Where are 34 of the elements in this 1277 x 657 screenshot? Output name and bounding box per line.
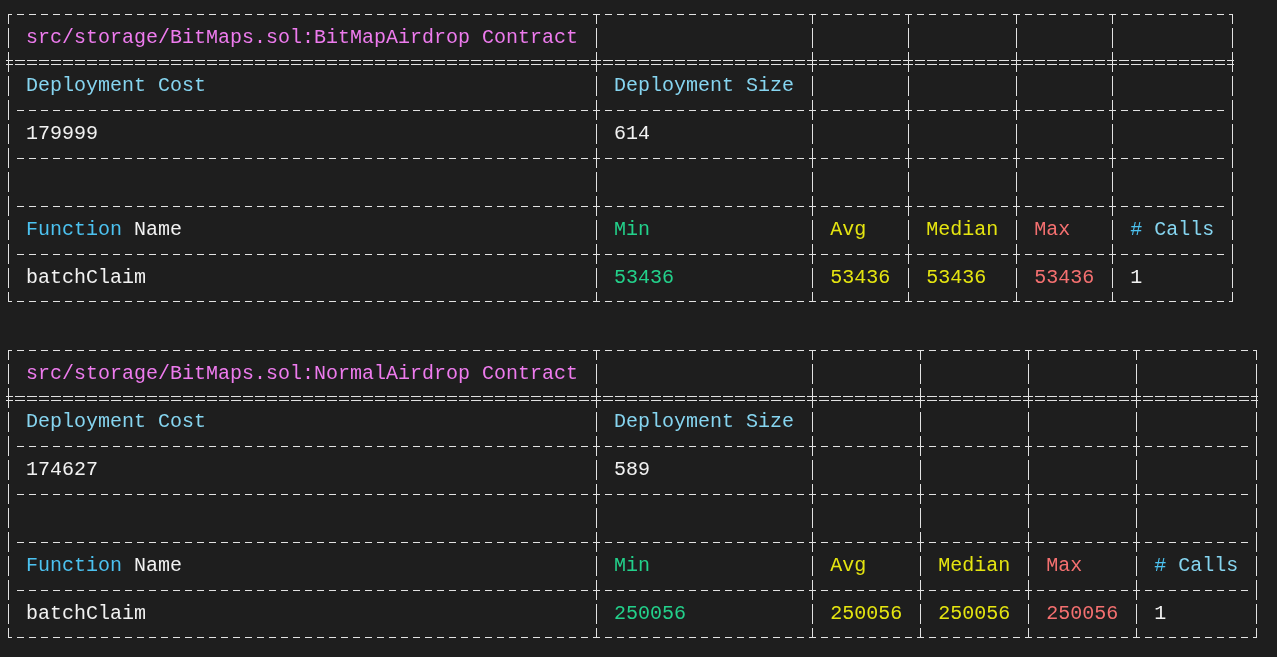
table-cell: 53436 (1034, 266, 1095, 290)
table-cell: batchClaim (26, 602, 147, 626)
table-cell: 53436 (614, 266, 675, 290)
column-header: Median (938, 554, 1011, 578)
column-header: Function Name (26, 554, 183, 578)
column-header: # Calls (1154, 554, 1239, 578)
contract-title: src/storage/BitMaps.sol:NormalAirdrop Contract (26, 362, 579, 386)
table-cell: 250056 (614, 602, 687, 626)
column-header: Max (1046, 554, 1083, 578)
column-header: Deployment Size (614, 410, 795, 434)
column-header: Min (614, 218, 651, 242)
table-cell: 589 (614, 458, 651, 482)
table-cell: 250056 (1046, 602, 1119, 626)
column-header: # Calls (1130, 218, 1215, 242)
table-cell: batchClaim (26, 266, 147, 290)
column-header: Avg (830, 218, 867, 242)
column-header: Median (926, 218, 999, 242)
table-cell: 179999 (26, 122, 98, 146)
table-cell: 250056 (830, 602, 903, 626)
table-cell: 250056 (938, 602, 1011, 626)
column-header: Avg (830, 554, 867, 578)
table-cell: 53436 (926, 266, 987, 290)
column-header: Function Name (26, 218, 183, 242)
column-header: Deployment Size (614, 74, 795, 98)
column-header: Deployment Cost (26, 74, 207, 98)
table-cell: 1 (1130, 266, 1143, 290)
table-cell: 53436 (830, 266, 891, 290)
contract-title: src/storage/BitMaps.sol:BitMapAirdrop Contract (26, 26, 579, 50)
table-cell: 174627 (26, 458, 98, 482)
column-header: Deployment Cost (26, 410, 207, 434)
column-header: Min (614, 554, 651, 578)
column-header: Max (1034, 218, 1071, 242)
table-cell: 1 (1154, 602, 1167, 626)
table-cell: 614 (614, 122, 651, 146)
